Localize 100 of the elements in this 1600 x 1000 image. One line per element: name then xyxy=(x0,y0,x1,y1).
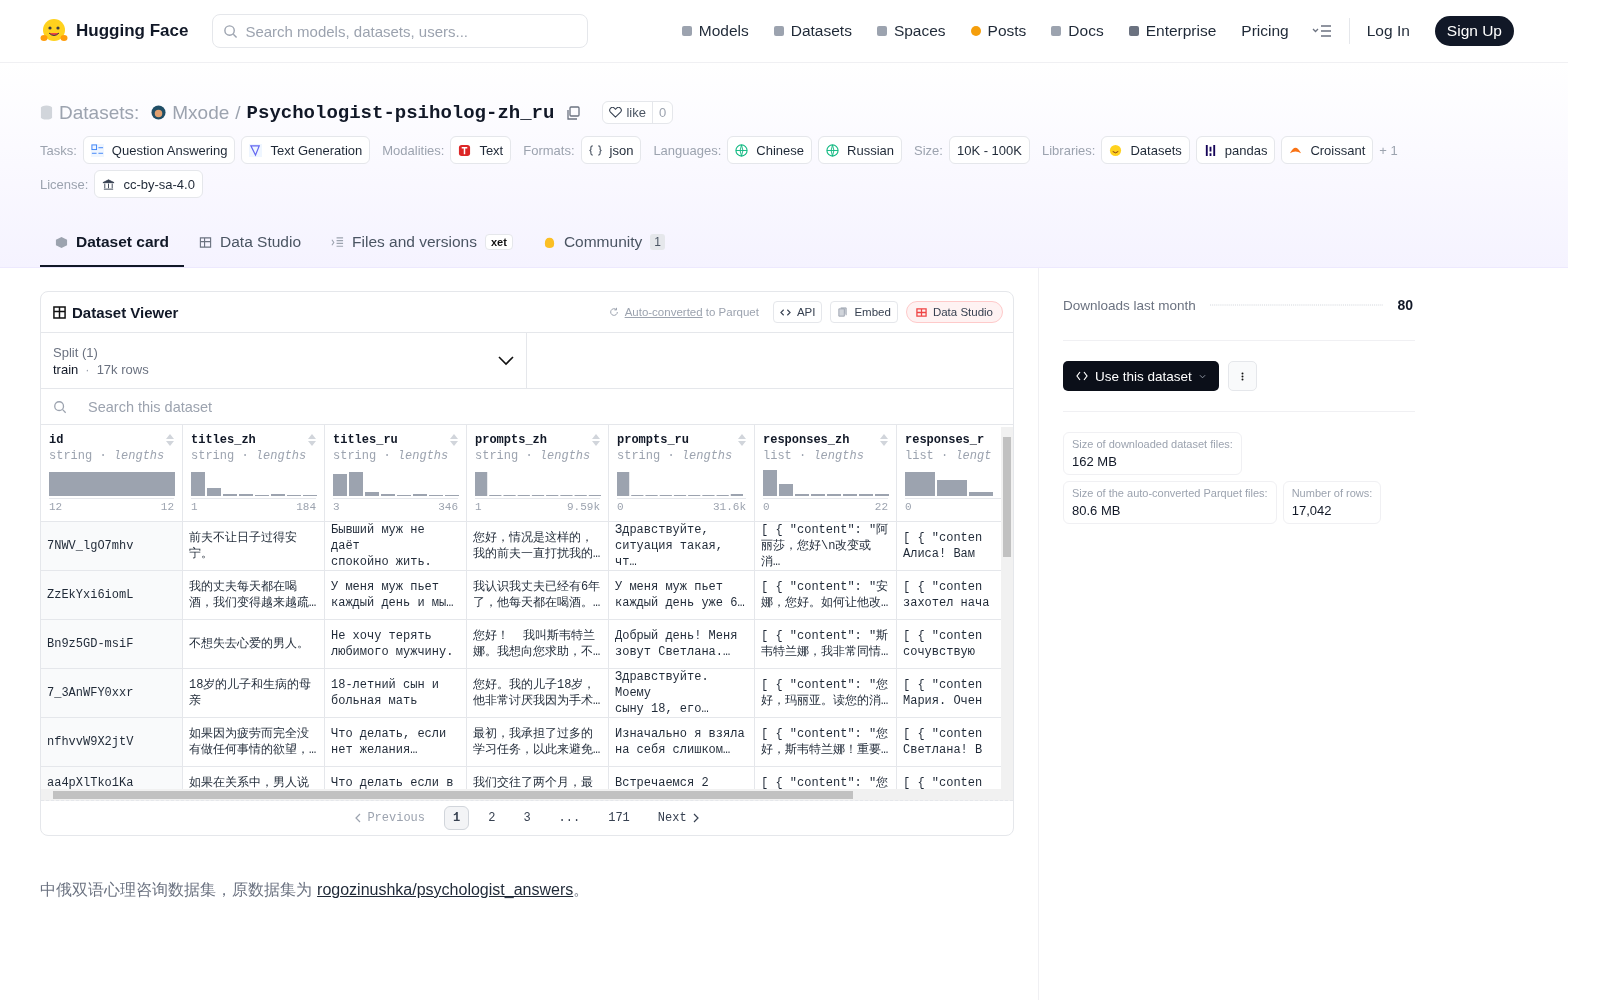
page-link[interactable]: ... xyxy=(549,806,590,830)
copy-icon[interactable] xyxy=(566,105,581,120)
column-name[interactable]: prompts_ru xyxy=(617,433,689,447)
hf-icon xyxy=(1109,143,1123,157)
table-cell-text: 如果在关系中，男人说 xyxy=(189,775,310,789)
tag-chip[interactable]: Russian xyxy=(818,136,902,164)
nav-icon xyxy=(1051,26,1062,36)
table-cell-text: Изначально я взяла на себя слишком… xyxy=(615,726,746,758)
page-link[interactable]: 3 xyxy=(514,806,540,830)
nav-link[interactable]: Enterprise xyxy=(1128,22,1217,40)
dot-separator: · xyxy=(241,449,249,463)
tag-chip[interactable]: json xyxy=(580,136,642,164)
nav-link[interactable]: Pricing xyxy=(1241,22,1289,40)
parquet-note: to Parquet xyxy=(705,306,759,318)
sort-icon[interactable] xyxy=(308,434,316,446)
dataset-name: Psychologist-psiholog-zh_ru xyxy=(246,101,555,124)
stat-label: lengths xyxy=(255,449,307,463)
sort-icon[interactable] xyxy=(738,434,746,446)
nav-link[interactable]: Posts xyxy=(970,22,1027,40)
nav-icon xyxy=(1128,26,1139,36)
chevron-left-icon xyxy=(355,813,362,823)
nav-link[interactable]: Docs xyxy=(1051,22,1104,40)
like-button[interactable]: like 0 xyxy=(602,101,674,124)
page-link[interactable]: 171 xyxy=(599,806,639,830)
tag-chip[interactable]: Text xyxy=(450,136,512,164)
sort-icon[interactable] xyxy=(880,434,888,446)
split-name: train xyxy=(53,361,79,377)
tag-chip[interactable]: pandas xyxy=(1195,136,1276,164)
tag-label: Tasks: xyxy=(40,142,77,158)
stat-value: 80.6 MB xyxy=(1072,503,1122,518)
search-field[interactable]: Search models, datasets, users... xyxy=(212,14,589,48)
column-name[interactable]: responses_zh xyxy=(763,433,850,447)
tab[interactable]: Community 1 xyxy=(527,219,680,267)
caret-icon xyxy=(1198,373,1206,379)
column-name[interactable]: responses_r xyxy=(905,433,985,447)
table-cell-text: [ { "conten захотел нача xyxy=(903,579,991,611)
tab[interactable]: Data Studio xyxy=(184,219,317,267)
tag-chip[interactable]: Question Answering xyxy=(82,136,236,164)
column-type: list xyxy=(905,449,934,463)
sort-icon[interactable] xyxy=(450,434,458,446)
vertical-scrollbar[interactable] xyxy=(1001,427,1013,789)
button-icon xyxy=(915,306,927,318)
horizontal-scrollbar[interactable] xyxy=(41,789,1013,801)
menu-icon[interactable] xyxy=(1311,24,1332,38)
tab[interactable]: Files and versions xet xyxy=(316,219,528,267)
nav-link[interactable]: Models xyxy=(681,22,749,40)
min-value: 1 xyxy=(475,501,482,513)
column-name[interactable]: titles_zh xyxy=(191,433,256,447)
source-dataset-link[interactable]: rogozinushka/psychologist_answers xyxy=(317,881,574,898)
column-type: string xyxy=(191,449,235,463)
tag-label: Languages: xyxy=(653,142,722,158)
viewer-button[interactable]: Embed xyxy=(830,301,898,323)
page-link[interactable]: Next xyxy=(648,806,708,830)
max-value: 22 xyxy=(874,501,888,513)
login-link[interactable]: Log In xyxy=(1366,22,1410,40)
tab-icon xyxy=(542,235,556,249)
min-value: 3 xyxy=(333,501,340,513)
nav-link[interactable]: Spaces xyxy=(876,22,946,40)
avatar-icon xyxy=(151,105,167,120)
brand-name[interactable]: Hugging Face xyxy=(76,21,189,41)
signup-button[interactable]: Sign Up xyxy=(1434,16,1514,46)
viewer-button[interactable]: Data Studio xyxy=(905,301,1003,323)
nav-link[interactable]: Datasets xyxy=(773,22,852,40)
page-link[interactable]: 2 xyxy=(479,806,505,830)
viewer-button[interactable]: API xyxy=(772,301,823,323)
split-select[interactable]: Split (1) train · 17k rows xyxy=(41,333,527,388)
page-link[interactable]: 1 xyxy=(444,806,470,830)
table-cell-text: 前夫不让日子过得安宁。 xyxy=(189,530,298,562)
column-name[interactable]: titles_ru xyxy=(333,433,398,447)
table-cell: 如果因为疲劳而完全没有做任何事情的欲望，… xyxy=(189,726,318,758)
xet-badge: xet xyxy=(484,234,513,250)
tag-chip[interactable]: Croissant xyxy=(1281,136,1374,164)
column-name[interactable]: prompts_zh xyxy=(475,433,547,447)
tag-label: Formats: xyxy=(523,142,575,158)
table-cell-text: Bn9z5GD-msiF xyxy=(47,636,135,652)
dot-separator: · xyxy=(799,449,807,463)
tag-chip[interactable]: 10K - 100K xyxy=(948,136,1030,164)
stat-label: lengt xyxy=(955,449,992,463)
more-options-button[interactable] xyxy=(1227,361,1257,391)
viewer-title: Dataset Viewer xyxy=(72,303,179,321)
stat-label: Number of rows: xyxy=(1291,487,1373,499)
tag-chip[interactable]: Chinese xyxy=(727,136,813,164)
refresh-icon xyxy=(608,307,619,317)
tag-chip[interactable]: Datasets xyxy=(1101,136,1190,164)
sort-icon[interactable] xyxy=(592,434,600,446)
table-cell-text: 18岁的儿子和生病的母亲 xyxy=(189,677,313,709)
table-cell-text: Здравствуйте, ситуация такая, чт… xyxy=(615,522,725,570)
column-name[interactable]: id xyxy=(49,433,64,447)
table-cell: 您好，情况是这样的，我的前夫一直打扰我的… xyxy=(473,530,602,562)
table-cell-text: [ { "conten Алиса! Вам xyxy=(903,530,984,562)
min-value: 12 xyxy=(49,501,63,513)
use-dataset-button[interactable]: Use this dataset xyxy=(1063,361,1219,391)
dot-separator: · xyxy=(941,449,949,463)
tag-chip[interactable]: cc-by-sa-4.0 xyxy=(94,170,203,198)
path-separator: / xyxy=(235,101,241,124)
sort-icon[interactable] xyxy=(166,434,174,446)
tag-label: Size: xyxy=(914,142,943,158)
tag-chip[interactable]: Text Generation xyxy=(241,136,371,164)
tab[interactable]: Dataset card xyxy=(40,219,185,267)
tag-label: License: xyxy=(40,176,89,192)
